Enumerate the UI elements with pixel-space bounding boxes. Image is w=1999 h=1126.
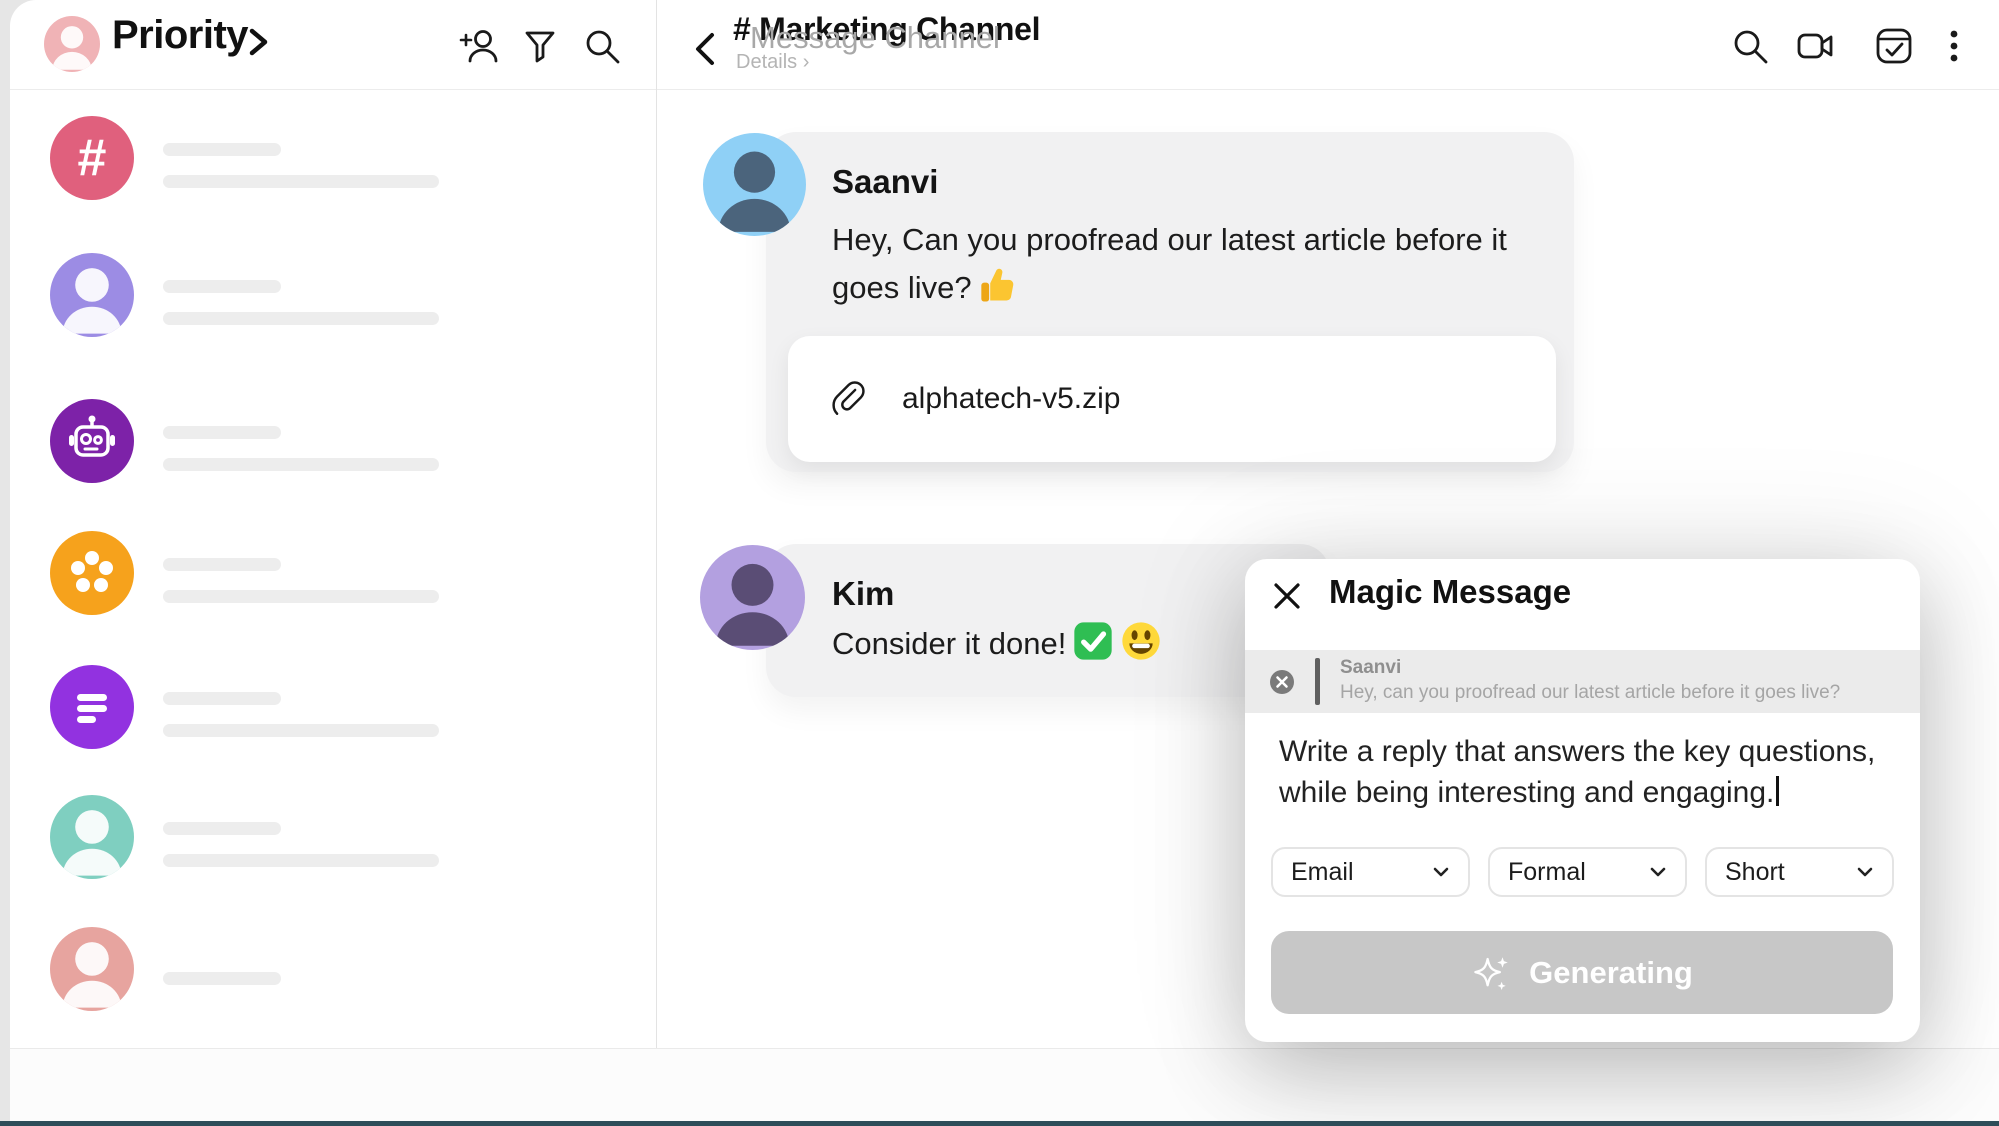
search-chat-icon[interactable]	[1728, 24, 1772, 68]
sidebar-item-user[interactable]	[50, 795, 610, 879]
person-silhouette	[700, 545, 805, 650]
sidebar-item-channel[interactable]: #	[50, 116, 610, 200]
tasks-icon[interactable]	[1872, 24, 1916, 68]
user-avatar	[50, 795, 134, 879]
tone-dropdown[interactable]: Formal	[1488, 847, 1687, 897]
sparkle-icon	[1471, 952, 1513, 994]
person-silhouette	[44, 16, 100, 72]
more-menu-icon[interactable]	[1940, 24, 1968, 68]
skeleton-line	[163, 854, 439, 867]
chevron-down-icon	[1854, 861, 1876, 883]
sidebar-item-user[interactable]	[50, 253, 610, 337]
skeleton-line	[163, 175, 439, 188]
message-avatar[interactable]	[700, 545, 805, 650]
message-text: Hey, Can you proofread our latest articl…	[832, 216, 1512, 312]
quoted-text: Hey, can you proofread our latest articl…	[1340, 682, 1840, 704]
length-dropdown[interactable]: Short	[1705, 847, 1894, 897]
workspace-title[interactable]: Priority	[112, 13, 248, 58]
prompt-input[interactable]: Write a reply that answers the key quest…	[1279, 731, 1904, 813]
paperclip-icon	[824, 376, 870, 422]
message-avatar[interactable]	[703, 133, 806, 236]
skeleton-line	[163, 692, 281, 705]
quote-bar	[1315, 658, 1320, 705]
user-avatar	[50, 927, 134, 1011]
sidebar-item-user[interactable]	[50, 927, 610, 1011]
app-screen: Priority # Marketing Channel Details › #	[0, 0, 1999, 1126]
panel-title: Magic Message	[1329, 573, 1571, 611]
message-author: Saanvi	[832, 163, 938, 201]
thumbs-up-emoji	[978, 266, 1018, 306]
quoted-author: Saanvi	[1340, 657, 1401, 679]
skeleton-line	[163, 143, 281, 156]
notes-icon	[50, 665, 134, 749]
quoted-message: Saanvi Hey, can you proofread our latest…	[1245, 650, 1920, 713]
generating-label: Generating	[1529, 955, 1693, 991]
bot-icon	[50, 399, 134, 483]
skeleton-line	[163, 822, 281, 835]
channel-hash-icon: #	[50, 116, 134, 200]
header-divider	[10, 89, 1999, 90]
person-silhouette	[50, 795, 134, 879]
text-cursor	[1776, 776, 1779, 806]
sidebar-item-notes[interactable]	[50, 665, 610, 749]
attachment-filename: alphatech-v5.zip	[902, 382, 1120, 416]
app-flower-icon	[50, 531, 134, 615]
skeleton-line	[163, 312, 439, 325]
skeleton-line	[163, 590, 439, 603]
chevron-down-icon	[1647, 861, 1669, 883]
person-silhouette	[50, 927, 134, 1011]
magic-message-panel: Magic Message Saanvi Hey, can you proofr…	[1245, 559, 1920, 1042]
sidebar-item-app[interactable]	[50, 531, 610, 615]
skeleton-line	[163, 458, 439, 471]
workspace-avatar[interactable]	[44, 16, 100, 72]
user-avatar	[50, 253, 134, 337]
filter-icon[interactable]	[518, 24, 562, 68]
person-silhouette	[703, 133, 806, 236]
remove-quote-icon[interactable]	[1269, 669, 1295, 695]
message-author: Kim	[832, 575, 894, 613]
back-icon[interactable]	[686, 27, 726, 71]
generating-button[interactable]: Generating	[1271, 931, 1893, 1014]
skeleton-line	[163, 280, 281, 293]
close-icon[interactable]	[1271, 580, 1303, 612]
skeleton-line	[163, 972, 281, 985]
composer-input[interactable]: Message Channel	[750, 20, 1000, 56]
skeleton-line	[163, 426, 281, 439]
add-member-icon[interactable]	[456, 24, 500, 68]
format-dropdown[interactable]: Email	[1271, 847, 1470, 897]
chevron-down-icon	[1430, 861, 1452, 883]
sidebar-item-bot[interactable]	[50, 399, 610, 483]
search-icon[interactable]	[580, 24, 624, 68]
person-silhouette	[50, 253, 134, 337]
bottom-bar	[10, 1048, 1999, 1121]
chevron-right-icon[interactable]	[240, 24, 276, 60]
bottom-edge-strip	[0, 1121, 1999, 1126]
sidebar-divider	[656, 0, 657, 1048]
video-call-icon[interactable]	[1794, 24, 1838, 68]
skeleton-line	[163, 724, 439, 737]
check-mark-button-emoji	[1072, 620, 1114, 662]
skeleton-line	[163, 558, 281, 571]
grinning-face-emoji	[1120, 620, 1162, 662]
attachment-card[interactable]: alphatech-v5.zip	[788, 336, 1556, 462]
